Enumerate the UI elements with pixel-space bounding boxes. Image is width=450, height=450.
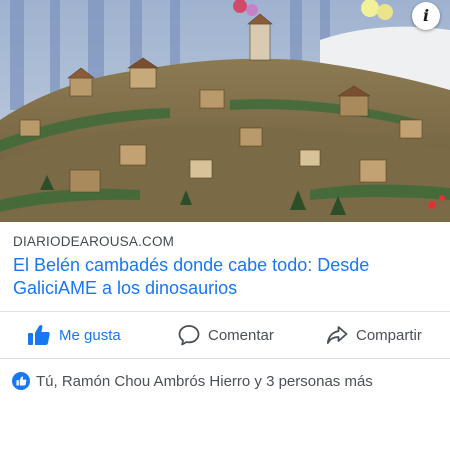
share-label: Compartir [356, 326, 422, 344]
like-button[interactable]: Me gusta [27, 316, 121, 354]
reactions-summary[interactable]: Tú, Ramón Chou Ambrós Hierro y 3 persona… [12, 372, 373, 390]
nativity-scene-photo [0, 0, 450, 222]
link-domain: DIARIODEAROUSA.COM [13, 234, 175, 249]
divider-top [0, 311, 450, 312]
share-button[interactable]: Compartir [326, 316, 422, 354]
link-preview-text[interactable]: DIARIODEAROUSA.COM El Belén cambadés don… [13, 233, 438, 300]
divider-bottom [0, 358, 450, 359]
action-bar: Me gusta Comentar Compartir [0, 316, 450, 354]
info-icon[interactable]: i [412, 2, 440, 30]
link-preview-image[interactable]: i [0, 0, 450, 222]
share-arrow-icon [326, 326, 348, 344]
comment-button[interactable]: Comentar [178, 316, 274, 354]
link-headline[interactable]: El Belén cambadés donde cabe todo: Desde… [13, 254, 438, 300]
thumbs-up-icon [28, 325, 50, 345]
comment-label: Comentar [208, 326, 274, 344]
speech-bubble-icon [178, 325, 200, 346]
like-reaction-icon [12, 372, 30, 390]
reactions-text: Tú, Ramón Chou Ambrós Hierro y 3 persona… [36, 372, 373, 390]
like-label: Me gusta [59, 326, 121, 344]
